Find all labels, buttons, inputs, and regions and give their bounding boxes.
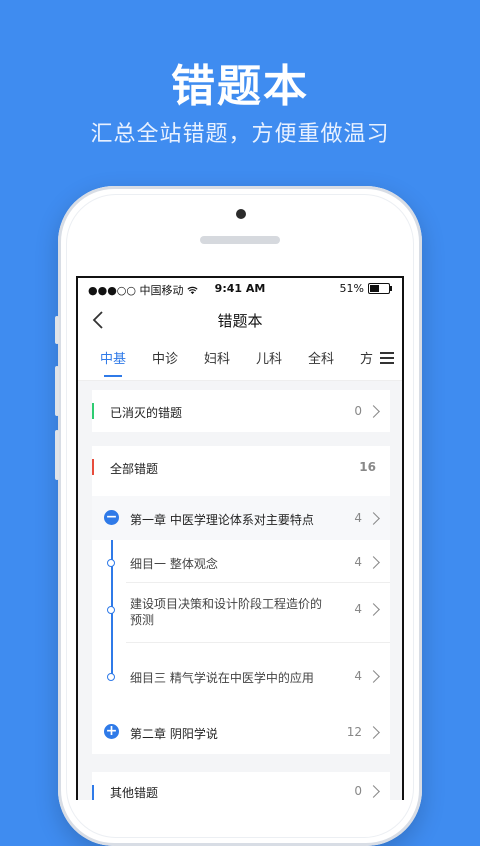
eliminated-count: 0 [354,404,362,418]
timeline-dot [107,673,115,681]
other-mistakes-count: 0 [354,784,362,798]
mute-switch [55,316,59,344]
chapter-count: 12 [346,725,362,739]
blue-marker [92,785,94,800]
volume-up-button [55,366,59,416]
eliminated-row[interactable]: 已消灭的错题 0 [92,390,390,432]
speaker-grille [200,236,280,244]
hero-subtitle: 汇总全站错题，方便重做温习 [90,122,390,147]
chevron-right-icon [367,785,380,798]
tab-fuke[interactable]: 妇科 [204,342,230,380]
chapter-count: 4 [354,511,362,525]
all-mistakes-label: 全部错题 [110,462,159,476]
other-mistakes-row[interactable]: 其他错题 0 [92,772,390,800]
item-count: 4 [354,555,362,569]
expand-icon[interactable]: + [104,724,119,739]
eliminated-card[interactable]: 已消灭的错题 0 [92,390,390,432]
camera-icon [236,209,246,219]
chevron-right-icon [367,670,380,683]
collapse-icon[interactable]: − [104,510,119,525]
tab-zhongzhen[interactable]: 中诊 [152,342,178,380]
tab-fang[interactable]: 方 [360,342,373,380]
battery-status: 51% [339,282,392,295]
item-label: 建设项目决策和设计阶段工程造价的预测 [130,597,323,627]
chevron-right-icon [367,726,380,739]
chevron-right-icon [367,405,380,418]
chevron-right-icon [367,556,380,569]
tab-zhongji[interactable]: 中基 [100,342,126,380]
nav-bar: 错题本 [78,300,402,342]
volume-down-button [55,430,59,480]
chapter-row[interactable]: + 第二章 阴阳学说 12 [92,710,390,754]
menu-icon[interactable] [380,352,394,366]
chapter-label: 第一章 中医学理论体系对主要特点 [130,513,314,527]
battery-icon [368,283,392,294]
all-mistakes-count: 16 [359,460,376,474]
battery-percent: 51% [339,282,364,295]
item-label: 细目一 整体观念 [130,557,218,571]
other-mistakes-card[interactable]: 其他错题 0 [92,772,390,800]
chevron-right-icon [367,603,380,616]
divider [126,642,390,643]
chevron-right-icon [367,512,380,525]
tab-quanke[interactable]: 全科 [308,342,334,380]
item-label: 细目三 精气学说在中医学中的应用 [130,671,314,685]
hero-title: 错题本 [171,61,309,112]
item-count: 4 [354,669,362,683]
other-mistakes-label: 其他错题 [110,786,159,800]
list-item[interactable]: 细目一 整体观念 4 [92,542,390,582]
timeline-dot [107,606,115,614]
green-marker [92,403,94,419]
divider [126,582,390,583]
eliminated-label: 已消灭的错题 [110,406,183,420]
all-mistakes-card: 全部错题 16 − 第一章 中医学理论体系对主要特点 4 细目一 整体观念 4 … [92,446,390,754]
subject-tabs: 中基 中诊 妇科 儿科 全科 方 [78,342,402,381]
page-title: 错题本 [217,312,263,330]
chapter-label: 第二章 阴阳学说 [130,727,218,741]
chapter-row[interactable]: − 第一章 中医学理论体系对主要特点 4 [92,496,390,540]
phone-screen: ●●●○○ 中国移动 9:41 AM 51% 错题本 中基 中诊 妇科 儿科 全… [76,276,404,800]
list-item[interactable]: 细目三 精气学说在中医学中的应用 4 [92,656,390,696]
item-count: 4 [354,602,362,616]
timeline-dot [107,559,115,567]
tab-erke[interactable]: 儿科 [256,342,282,380]
status-bar: ●●●○○ 中国移动 9:41 AM 51% [78,278,402,300]
list-item[interactable]: 建设项目决策和设计阶段工程造价的预测 4 [92,584,390,642]
red-marker [92,459,94,475]
all-mistakes-header[interactable]: 全部错题 16 [92,446,390,488]
